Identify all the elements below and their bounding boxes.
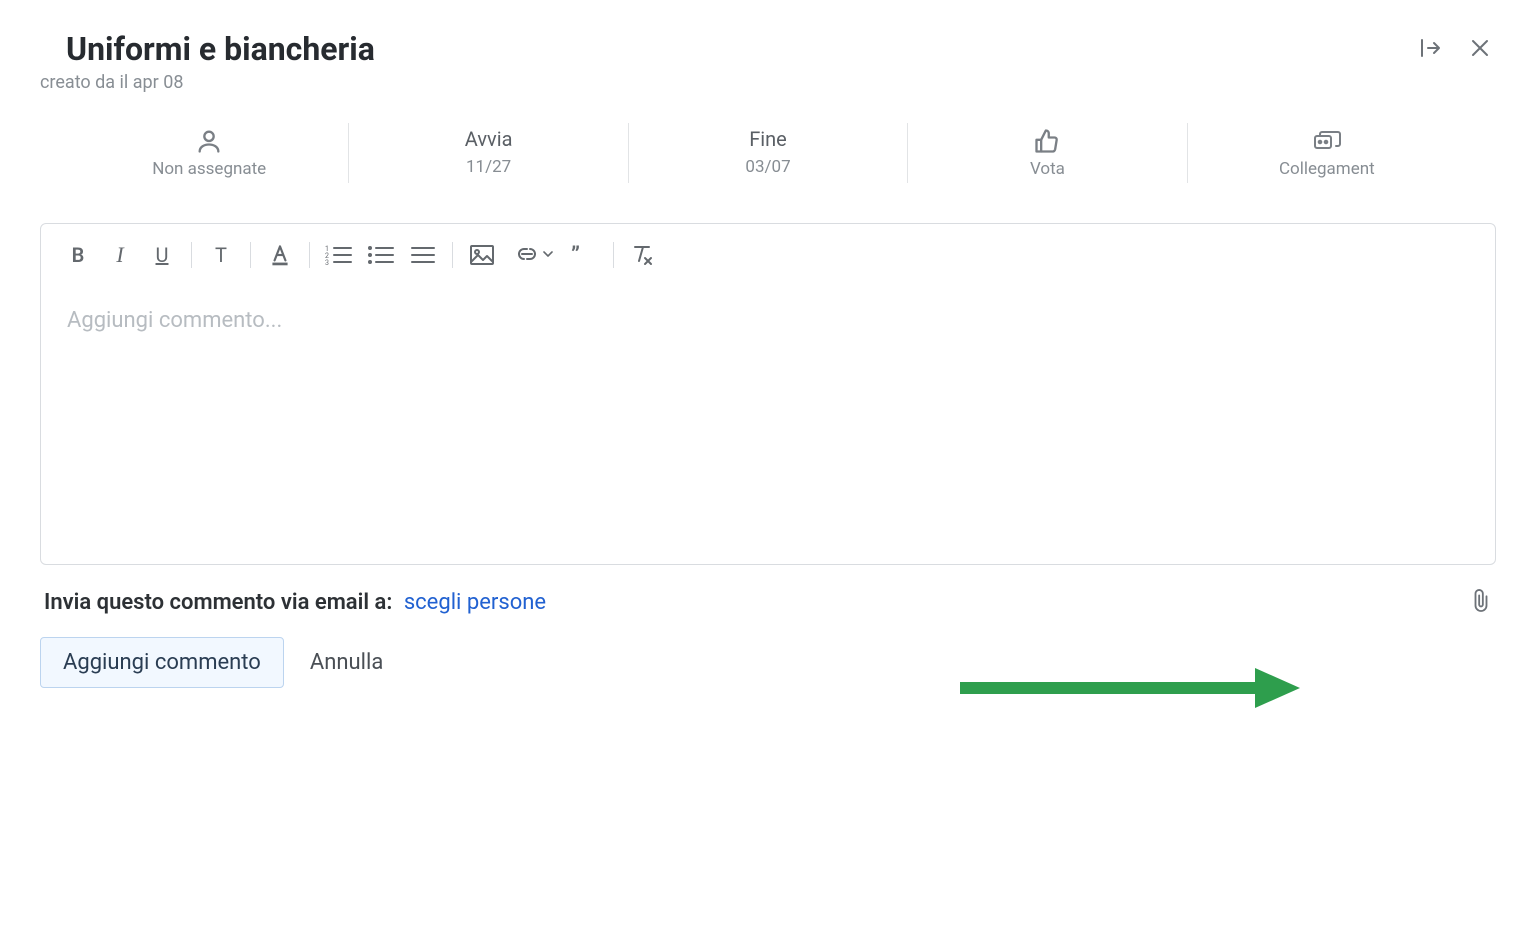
align-icon bbox=[410, 244, 436, 266]
svg-text:3: 3 bbox=[325, 259, 329, 266]
remove-format-icon bbox=[630, 243, 656, 267]
summary-row: Non assegnate Avvia 11/27 Fine 03/07 Vot… bbox=[70, 123, 1466, 183]
end-label: Fine bbox=[629, 127, 907, 151]
align-button[interactable] bbox=[402, 238, 444, 272]
unordered-list-button[interactable] bbox=[360, 238, 402, 272]
underline-button[interactable]: U bbox=[141, 238, 183, 272]
text-color-button[interactable] bbox=[259, 238, 301, 272]
end-date-cell[interactable]: Fine 03/07 bbox=[629, 123, 907, 183]
end-value: 03/07 bbox=[629, 157, 907, 177]
insert-link-button[interactable] bbox=[503, 238, 563, 272]
link-label: Collegament bbox=[1188, 159, 1466, 179]
italic-button[interactable]: I bbox=[99, 238, 141, 272]
choose-people-link[interactable]: scegli persone bbox=[404, 590, 546, 615]
task-title: Uniformi e biancheria bbox=[66, 30, 1496, 68]
ordered-list-button[interactable]: 1 2 3 bbox=[318, 238, 360, 272]
attachment-button[interactable] bbox=[1470, 587, 1492, 617]
cancel-button[interactable]: Annulla bbox=[310, 650, 383, 675]
comment-editor: B I U T 1 2 3 bbox=[40, 223, 1496, 565]
assignee-cell[interactable]: Non assegnate bbox=[70, 123, 348, 183]
assignee-value: Non assegnate bbox=[70, 159, 348, 179]
link-icon bbox=[512, 244, 554, 266]
send-email-label: Invia questo commento via email a: bbox=[44, 590, 392, 615]
image-icon bbox=[469, 244, 495, 266]
vote-cell[interactable]: Vota bbox=[908, 123, 1186, 183]
link-cards-icon bbox=[1312, 127, 1342, 155]
bold-button[interactable]: B bbox=[57, 238, 99, 272]
add-comment-button[interactable]: Aggiungi commento bbox=[40, 637, 284, 688]
start-label: Avvia bbox=[349, 127, 627, 151]
thumbs-up-icon bbox=[1033, 127, 1061, 155]
comment-textarea[interactable]: Aggiungi commento... bbox=[41, 282, 1495, 564]
created-by-text: creato da il apr 08 bbox=[40, 72, 1496, 93]
clear-formatting-button[interactable]: T bbox=[200, 238, 242, 272]
remove-format-button[interactable] bbox=[622, 238, 664, 272]
quote-icon: ” bbox=[571, 244, 597, 266]
paperclip-icon bbox=[1470, 587, 1492, 613]
svg-text:”: ” bbox=[571, 244, 580, 266]
close-icon[interactable] bbox=[1468, 36, 1492, 60]
start-date-cell[interactable]: Avvia 11/27 bbox=[349, 123, 627, 183]
quote-button[interactable]: ” bbox=[563, 238, 605, 272]
unordered-list-icon bbox=[367, 244, 395, 266]
text-color-icon bbox=[267, 242, 293, 268]
annotation-arrow bbox=[960, 668, 1300, 708]
image-button[interactable] bbox=[461, 238, 503, 272]
popout-icon[interactable] bbox=[1418, 36, 1442, 60]
user-icon bbox=[195, 127, 223, 155]
link-cell[interactable]: Collegament bbox=[1188, 123, 1466, 183]
vote-label: Vota bbox=[908, 159, 1186, 179]
ordered-list-icon: 1 2 3 bbox=[325, 244, 353, 266]
editor-toolbar: B I U T 1 2 3 bbox=[41, 224, 1495, 282]
start-value: 11/27 bbox=[349, 157, 627, 177]
